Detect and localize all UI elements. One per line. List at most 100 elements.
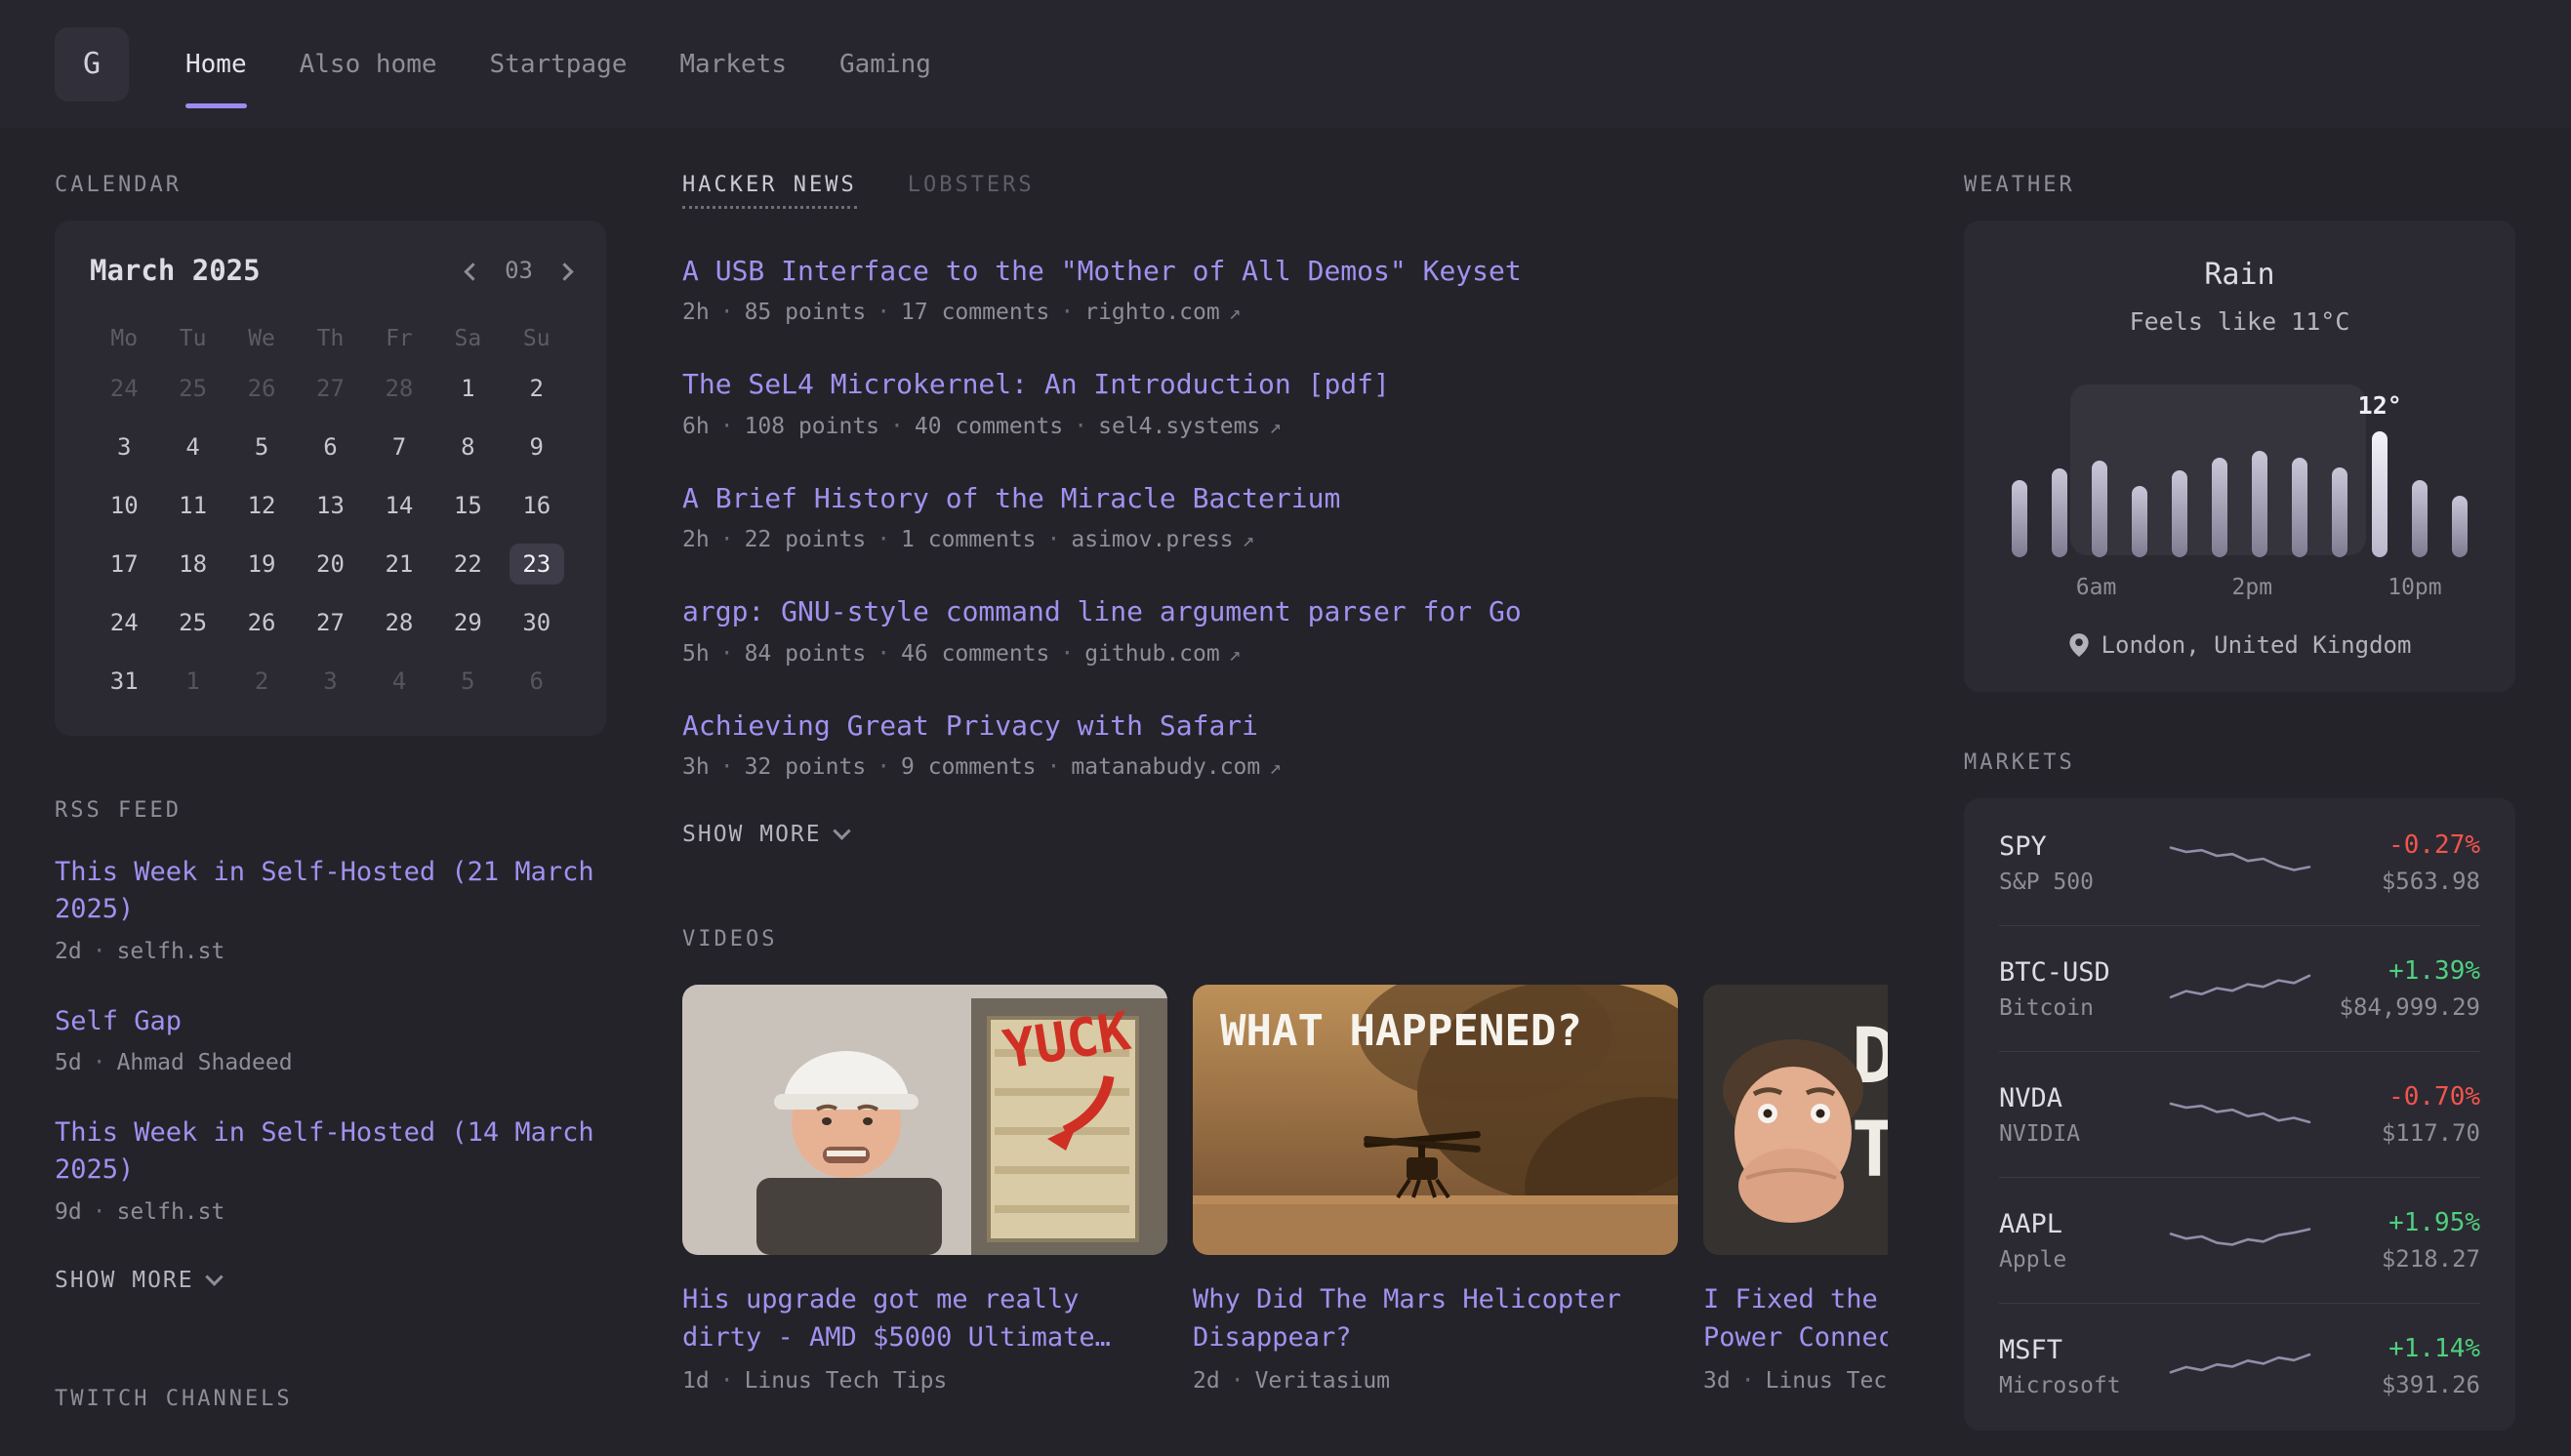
weekday-label: Fr bbox=[365, 326, 433, 351]
rss-item-source[interactable]: Ahmad Shadeed bbox=[117, 1050, 293, 1075]
news-item-source[interactable]: sel4.systems bbox=[1098, 414, 1260, 439]
chevron-down-icon bbox=[833, 823, 850, 840]
market-price: $84,999.29 bbox=[2313, 993, 2481, 1021]
rss-item-source[interactable]: selfh.st bbox=[117, 939, 225, 964]
news-item-comments[interactable]: 17 comments bbox=[901, 300, 1049, 325]
news-item-title[interactable]: A Brief History of the Miracle Bacterium bbox=[682, 481, 1888, 516]
dot-separator bbox=[710, 527, 745, 552]
weather-bar bbox=[2252, 451, 2267, 557]
nav-tab-gaming[interactable]: Gaming bbox=[839, 0, 931, 128]
dot-separator bbox=[1037, 754, 1072, 780]
video-title[interactable]: I Fixed the 5 Power Connect bbox=[1703, 1280, 1888, 1356]
news-item-meta: 5h84 points46 commentsgithub.com bbox=[682, 641, 1888, 667]
calendar-day: 1 bbox=[158, 652, 226, 710]
news-item-source[interactable]: github.com bbox=[1084, 641, 1219, 667]
market-row: AAPL Apple +1.95% $218.27 bbox=[1999, 1177, 2480, 1303]
market-left: AAPL Apple bbox=[1999, 1209, 2167, 1273]
news-show-more-button[interactable]: SHOW MORE bbox=[682, 822, 1888, 847]
nav-tab-home[interactable]: Home bbox=[185, 0, 247, 128]
calendar-controls: 03 bbox=[467, 257, 571, 284]
market-ticker[interactable]: MSFT bbox=[1999, 1335, 2167, 1365]
video-title-line: I Fixed the 5 bbox=[1703, 1280, 1888, 1318]
news-item-comments[interactable]: 1 comments bbox=[901, 527, 1036, 552]
news-item-source[interactable]: matanabudy.com bbox=[1071, 754, 1260, 780]
news-item: argp: GNU-style command line argument pa… bbox=[682, 594, 1888, 666]
video-title[interactable]: His upgrade got me really dirty - AMD $5… bbox=[682, 1280, 1167, 1356]
market-change: +1.95% bbox=[2313, 1208, 2481, 1237]
app-logo[interactable]: G bbox=[55, 27, 129, 101]
market-row: NVDA NVIDIA -0.70% $117.70 bbox=[1999, 1051, 2480, 1177]
weather-time-label: 6am bbox=[2076, 575, 2117, 600]
weather-location-text: London, United Kingdom bbox=[2102, 631, 2412, 659]
news-item-comments[interactable]: 46 comments bbox=[901, 641, 1049, 667]
tab-hacker-news[interactable]: HACKER NEWS bbox=[682, 173, 857, 209]
news-item-comments[interactable]: 40 comments bbox=[915, 414, 1063, 439]
weather-feels-like: Feels like 11°C bbox=[1997, 307, 2482, 336]
news-item-source[interactable]: asimov.press bbox=[1071, 527, 1233, 552]
video-thumbnail[interactable]: DO TH bbox=[1703, 985, 1888, 1255]
calendar-day: 29 bbox=[433, 593, 502, 652]
rss-item-title[interactable]: This Week in Self-Hosted (21 March 2025) bbox=[55, 854, 606, 929]
calendar-next-button[interactable] bbox=[558, 257, 571, 284]
video-title-line: Why Did The Mars Helicopter bbox=[1193, 1280, 1678, 1318]
market-ticker[interactable]: SPY bbox=[1999, 831, 2167, 862]
weekday-label: Su bbox=[503, 326, 571, 351]
weather-bar-column bbox=[1999, 396, 2039, 557]
tab-lobsters[interactable]: LOBSTERS bbox=[908, 173, 1035, 209]
video-thumbnail[interactable]: YUCK bbox=[682, 985, 1167, 1255]
dot-separator bbox=[710, 414, 745, 439]
market-right: -0.27% $563.98 bbox=[2313, 830, 2481, 895]
weekday-label: Th bbox=[296, 326, 364, 351]
news-item-title[interactable]: argp: GNU-style command line argument pa… bbox=[682, 594, 1888, 629]
weather-bar bbox=[2412, 480, 2428, 557]
news-item-source[interactable]: righto.com bbox=[1084, 300, 1219, 325]
nav-tab-also-home[interactable]: Also home bbox=[300, 0, 437, 128]
thumb-overlay-text: TH bbox=[1852, 1107, 1888, 1194]
video-title[interactable]: Why Did The Mars Helicopter Disappear? bbox=[1193, 1280, 1678, 1356]
market-ticker[interactable]: NVDA bbox=[1999, 1083, 2167, 1113]
calendar-day: 28 bbox=[365, 593, 433, 652]
calendar-day: 18 bbox=[158, 535, 226, 593]
rss-item-age: 5d bbox=[55, 1050, 82, 1075]
rss-item-title[interactable]: This Week in Self-Hosted (14 March 2025) bbox=[55, 1114, 606, 1190]
chevron-right-icon bbox=[555, 263, 573, 280]
news-item-comments[interactable]: 9 comments bbox=[901, 754, 1036, 780]
external-link-icon bbox=[1260, 754, 1282, 780]
weather-time-label bbox=[2155, 575, 2193, 600]
rss-show-more-button[interactable]: SHOW MORE bbox=[55, 1268, 606, 1293]
video-card: YUCK His upgrade got me really dirty - A… bbox=[682, 985, 1167, 1394]
news-item-title[interactable]: The SeL4 Microkernel: An Introduction [p… bbox=[682, 367, 1888, 402]
calendar-prev-button[interactable] bbox=[467, 257, 479, 284]
dot-separator bbox=[710, 1368, 745, 1394]
rss-item-title[interactable]: Self Gap bbox=[55, 1003, 606, 1040]
weather-bar-column bbox=[2320, 396, 2360, 557]
video-channel[interactable]: Linus Tec bbox=[1766, 1368, 1888, 1394]
video-thumbnail-art: WHAT HAPPENED? bbox=[1193, 985, 1678, 1255]
weather-bar bbox=[2132, 486, 2147, 557]
news-item-title[interactable]: Achieving Great Privacy with Safari bbox=[682, 708, 1888, 744]
center-column: HACKER NEWS LOBSTERS A USB Interface to … bbox=[682, 173, 1888, 1456]
market-ticker[interactable]: BTC-USD bbox=[1999, 957, 2167, 988]
news-item-title[interactable]: A USB Interface to the "Mother of All De… bbox=[682, 254, 1888, 289]
weather-time-label: 2pm bbox=[2232, 575, 2273, 600]
video-channel[interactable]: Linus Tech Tips bbox=[745, 1368, 948, 1394]
market-price: $117.70 bbox=[2313, 1119, 2481, 1147]
video-meta: 1dLinus Tech Tips bbox=[682, 1368, 1167, 1394]
news-item: A Brief History of the Miracle Bacterium… bbox=[682, 481, 1888, 552]
weather-bar bbox=[2452, 496, 2468, 557]
markets-widget: SPY S&P 500 -0.27% $563.98 BTC-USD Bitco… bbox=[1964, 798, 2515, 1431]
video-meta: 3dLinus Tec bbox=[1703, 1368, 1888, 1394]
nav-tab-startpage[interactable]: Startpage bbox=[490, 0, 628, 128]
video-thumbnail[interactable]: WHAT HAPPENED? bbox=[1193, 985, 1678, 1255]
market-ticker[interactable]: AAPL bbox=[1999, 1209, 2167, 1239]
video-title-line: Power Connect bbox=[1703, 1318, 1888, 1356]
weather-location: London, United Kingdom bbox=[1997, 631, 2482, 659]
news-item: Achieving Great Privacy with Safari 3h32… bbox=[682, 708, 1888, 780]
market-name: Bitcoin bbox=[1999, 995, 2167, 1021]
rss-item-source[interactable]: selfh.st bbox=[117, 1199, 225, 1225]
nav-tab-markets[interactable]: Markets bbox=[679, 0, 787, 128]
news-item-age: 6h bbox=[682, 414, 710, 439]
calendar-day: 27 bbox=[296, 359, 364, 418]
video-channel[interactable]: Veritasium bbox=[1255, 1368, 1390, 1394]
rss-item-age: 2d bbox=[55, 939, 82, 964]
